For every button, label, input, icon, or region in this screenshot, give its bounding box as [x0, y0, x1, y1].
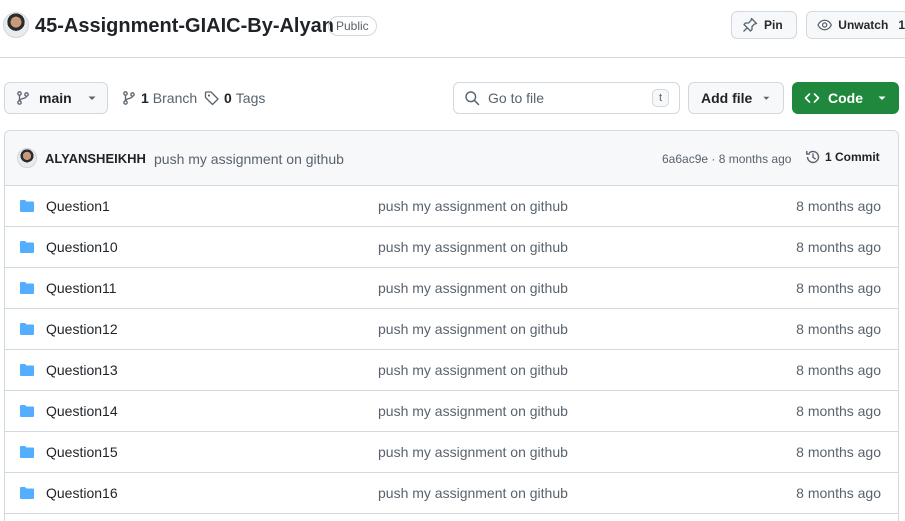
tag-word: Tags: [235, 90, 266, 106]
tag-count: 0: [224, 90, 232, 106]
commit-author[interactable]: ALYANSHEIKHH: [45, 151, 146, 166]
folder-icon: [19, 198, 35, 219]
file-commit-message[interactable]: push my assignment on github: [378, 239, 568, 255]
file-age: 8 months ago: [796, 280, 881, 296]
branch-word: Branch: [152, 90, 198, 106]
commit-message[interactable]: push my assignment on github: [154, 151, 344, 167]
file-age: 8 months ago: [796, 444, 881, 460]
folder-icon: [19, 321, 35, 342]
file-commit-message[interactable]: push my assignment on github: [378, 362, 568, 378]
pin-label: Pin: [764, 18, 783, 32]
file-commit-message[interactable]: push my assignment on github: [378, 444, 568, 460]
file-name[interactable]: Question13: [46, 362, 118, 378]
file-row[interactable]: Question14 push my assignment on github 8 …: [5, 391, 898, 432]
pin-button[interactable]: Pin: [731, 11, 797, 39]
repo-name[interactable]: 45-Assignment-GIAIC-By-Alyan: [35, 15, 334, 38]
folder-icon: [19, 362, 35, 383]
tags-link[interactable]: 0 Tags: [204, 82, 265, 114]
visibility-badge: Public: [328, 16, 377, 36]
file-navigation-toolbar: main 1 Branch 0 Tags Go to file t Add fi…: [0, 82, 905, 114]
commit-count-label: 1 Commit: [825, 150, 880, 164]
branch-count: 1: [141, 90, 149, 106]
branches-link[interactable]: 1 Branch: [121, 82, 197, 114]
file-age: 8 months ago: [796, 239, 881, 255]
eye-icon: [817, 19, 833, 31]
folder-icon: [19, 239, 35, 260]
file-name[interactable]: Question12: [46, 321, 118, 337]
file-row[interactable]: Question13 push my assignment on github 8 …: [5, 350, 898, 391]
file-table: ALYANSHEIKHH push my assignment on githu…: [4, 130, 899, 521]
file-commit-message[interactable]: push my assignment on github: [378, 198, 568, 214]
chevron-down-icon: [878, 96, 886, 100]
file-row[interactable]: Question10 push my assignment on github 8 …: [5, 227, 898, 268]
file-name[interactable]: Question15: [46, 444, 118, 460]
file-row[interactable]: Question12 push my assignment on github 8 …: [5, 309, 898, 350]
file-age: 8 months ago: [796, 403, 881, 419]
folder-icon: [19, 403, 35, 424]
commit-hash-and-time[interactable]: 6a6ac9e · 8 months ago: [662, 152, 791, 166]
file-age: 8 months ago: [796, 321, 881, 337]
file-commit-message[interactable]: push my assignment on github: [378, 321, 568, 337]
branch-selector-button[interactable]: main: [4, 82, 108, 114]
owner-avatar[interactable]: [3, 12, 29, 38]
commits-history-link[interactable]: 1 Commit: [805, 149, 880, 165]
file-name[interactable]: Question14: [46, 403, 118, 419]
file-row[interactable]: Question1 push my assignment on github 8 m…: [5, 186, 898, 227]
file-commit-message[interactable]: push my assignment on github: [378, 280, 568, 296]
file-age: 8 months ago: [796, 198, 881, 214]
author-avatar[interactable]: [17, 148, 37, 168]
watch-count: 1: [898, 18, 905, 32]
file-name[interactable]: Question11: [46, 280, 117, 296]
chevron-down-icon: [88, 96, 96, 100]
folder-icon: [19, 485, 35, 506]
file-name[interactable]: Question16: [46, 485, 118, 501]
folder-icon: [19, 444, 35, 465]
code-icon: [804, 93, 820, 103]
folder-icon: [19, 280, 35, 301]
tag-icon: [204, 91, 219, 106]
file-name[interactable]: Question1: [46, 198, 110, 214]
code-button[interactable]: Code: [792, 82, 899, 114]
file-commit-message[interactable]: push my assignment on github: [378, 485, 568, 501]
file-age: 8 months ago: [796, 485, 881, 501]
file-commit-message[interactable]: push my assignment on github: [378, 403, 568, 419]
unwatch-label: Unwatch: [838, 18, 889, 32]
file-age: 8 months ago: [796, 362, 881, 378]
branch-icon: [123, 91, 135, 105]
keyboard-shortcut-hint: t: [652, 89, 669, 107]
file-name[interactable]: Question10: [46, 239, 118, 255]
go-to-file-input[interactable]: Go to file t: [453, 82, 680, 114]
file-row[interactable]: Question16 push my assignment on github 8 …: [5, 473, 898, 514]
search-icon: [465, 91, 480, 106]
go-to-file-placeholder: Go to file: [488, 90, 545, 106]
file-row[interactable]: Question11 push my assignment on github 8 …: [5, 268, 898, 309]
file-row[interactable]: Question15 push my assignment on github 8 …: [5, 432, 898, 473]
branch-name: main: [39, 90, 72, 106]
add-file-label: Add file: [701, 90, 753, 106]
unwatch-button[interactable]: Unwatch 1: [806, 11, 905, 39]
branch-icon: [17, 91, 29, 105]
repo-header: 45-Assignment-GIAIC-By-Alyan Public Pin …: [0, 0, 905, 58]
file-list: Question1 push my assignment on github 8 m…: [5, 186, 898, 514]
history-icon: [806, 150, 820, 164]
chevron-down-icon: [763, 96, 770, 100]
latest-commit-row: ALYANSHEIKHH push my assignment on githu…: [5, 131, 898, 186]
pin-icon: [743, 17, 758, 32]
code-label: Code: [828, 90, 863, 106]
add-file-button[interactable]: Add file: [688, 82, 784, 114]
